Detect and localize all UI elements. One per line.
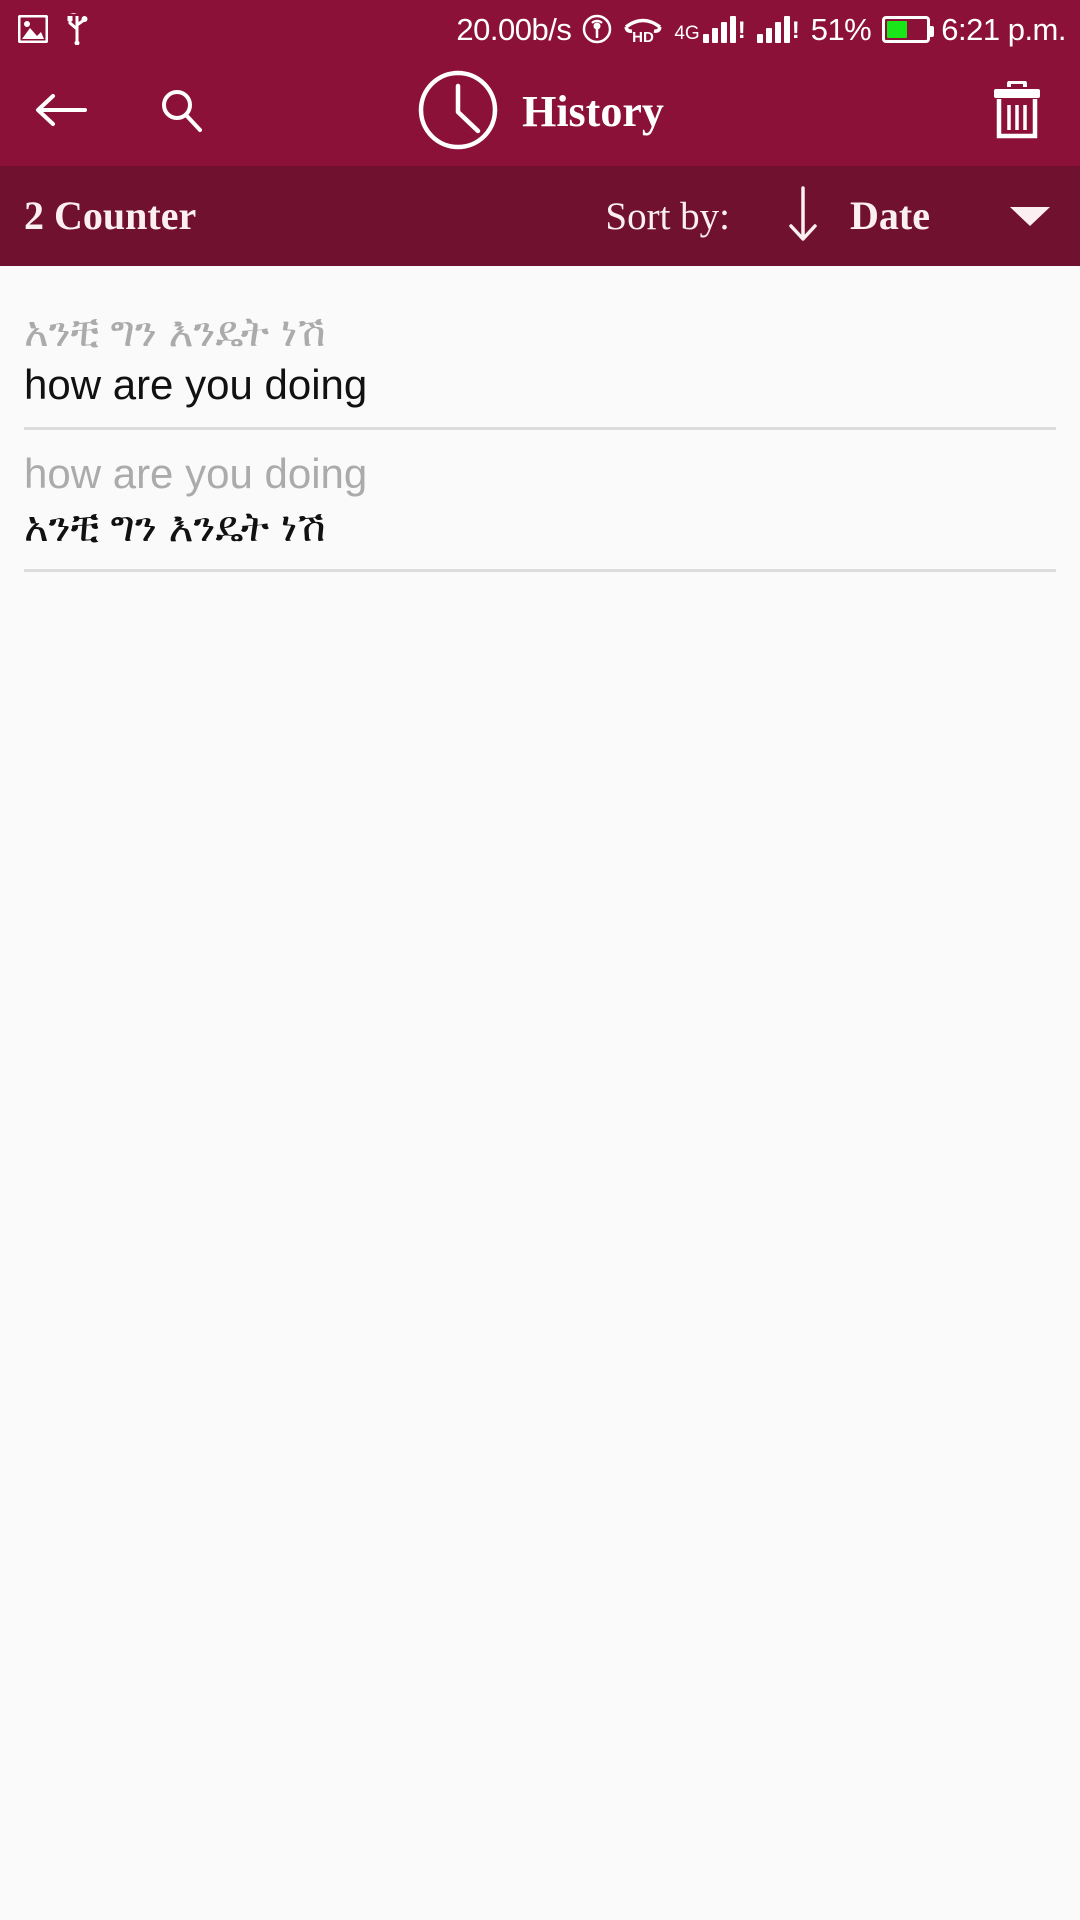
history-item-source-text: አንቺ ግን እንዴት ነሽ: [24, 308, 326, 355]
page-title: History: [522, 87, 664, 136]
clock-time-label: 6:21 p.m.: [941, 11, 1066, 47]
clock-icon: [416, 68, 500, 157]
sim1-alert-icon: !: [737, 17, 746, 44]
hd-voice-icon: HD: [623, 15, 663, 43]
history-item-source-text: how are you doing: [24, 450, 368, 497]
history-item[interactable]: አንቺ ግን እንዴት ነሽ how are you doing: [0, 288, 1080, 411]
image-icon: [18, 15, 48, 43]
hotspot-icon: [582, 14, 612, 44]
network-type-label: 4G: [674, 23, 700, 44]
battery-percent-label: 51%: [810, 11, 872, 47]
sort-bar: 2 Counter Sort by: Date: [0, 166, 1080, 266]
sort-field-value[interactable]: Date: [850, 196, 930, 236]
svg-text:HD: HD: [633, 29, 655, 43]
history-item[interactable]: how are you doing አንቺ ግን እንዴት ነሽ: [0, 430, 1080, 553]
back-button[interactable]: [24, 75, 98, 149]
app-bar: History: [0, 58, 1080, 166]
status-bar: 20.00b/s HD 4G ! ! 51% 6:21 p.m.: [0, 0, 1080, 58]
back-arrow-icon: [35, 90, 87, 135]
history-item-target-text: how are you doing: [24, 360, 368, 408]
search-icon: [157, 86, 205, 139]
sim2-signal-group: !: [756, 15, 800, 44]
search-button[interactable]: [144, 75, 218, 149]
arrow-down-icon: [786, 185, 820, 247]
sim1-signal-group: 4G !: [674, 15, 746, 44]
signal-bars-icon: [756, 15, 790, 43]
delete-history-button[interactable]: [980, 75, 1054, 149]
history-counter-label: 2 Counter: [24, 193, 197, 238]
sort-controls: Sort by: Date: [605, 185, 1050, 247]
history-item-target-text: አንቺ ግን እንዴት ነሽ: [24, 502, 326, 550]
network-speed-label: 20.00b/s: [456, 11, 572, 47]
sort-direction-button[interactable]: [786, 185, 820, 247]
caret-down-icon[interactable]: [1010, 206, 1050, 226]
sim2-alert-icon: !: [791, 17, 800, 44]
battery-icon: [882, 15, 935, 43]
signal-bars-icon: [702, 15, 736, 43]
history-list: አንቺ ግን እንዴት ነሽ how are you doing how are y…: [0, 266, 1080, 572]
trash-icon: [990, 79, 1044, 144]
status-bar-left-icons: [18, 13, 88, 45]
list-divider: [24, 569, 1056, 572]
battery-level-fill: [887, 20, 907, 38]
usb-icon: [66, 13, 88, 45]
status-bar-right-icons: 20.00b/s HD 4G ! ! 51% 6:21 p.m.: [456, 14, 1066, 45]
sort-by-label: Sort by:: [605, 194, 731, 238]
